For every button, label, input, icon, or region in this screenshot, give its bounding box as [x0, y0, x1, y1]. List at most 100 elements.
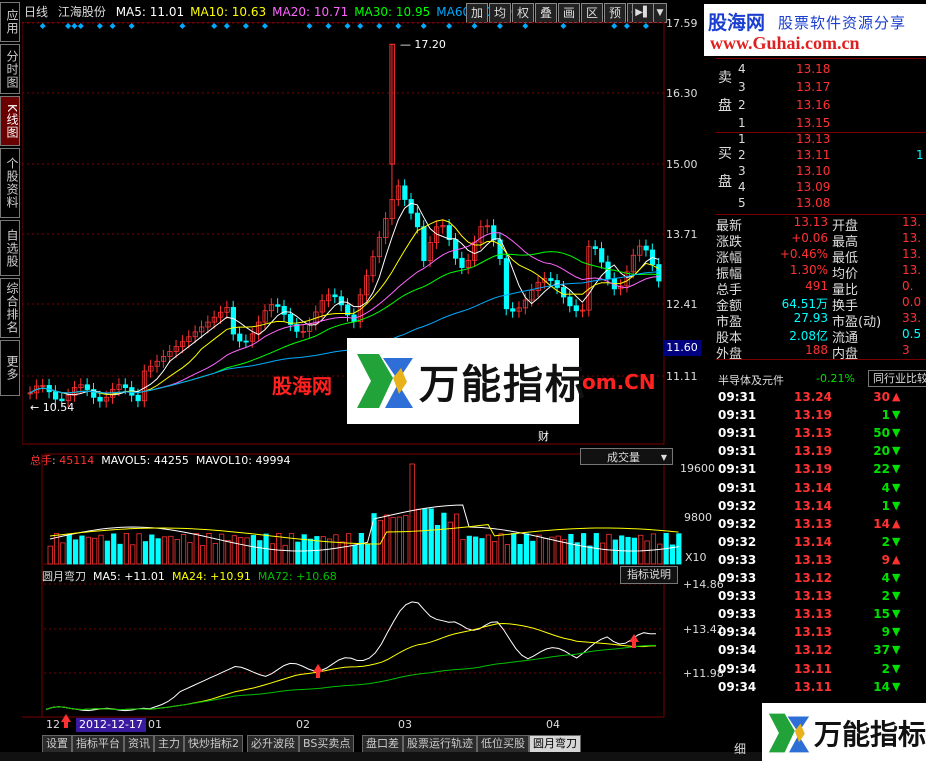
bottom-tab-10[interactable]: 圆月弯刀 [529, 735, 581, 752]
high-price-label: — 17.20 [400, 38, 446, 51]
toolbar-button-5[interactable]: 区 [581, 3, 603, 23]
volume-bar [238, 537, 244, 565]
period-label[interactable]: 日线 [24, 5, 48, 19]
bottom-tab-2[interactable]: 资讯 [124, 735, 154, 752]
candle-body [459, 257, 465, 268]
event-marker-icon[interactable] [471, 23, 478, 29]
event-marker-icon[interactable] [357, 23, 364, 29]
tick-time-2: 09:31 [718, 426, 757, 441]
left-tab-6[interactable]: 更多 [0, 340, 20, 396]
left-tab-1[interactable]: 分时图 [0, 44, 20, 94]
event-marker-icon[interactable] [211, 23, 218, 29]
event-marker-icon[interactable] [223, 23, 230, 29]
volume-bar [428, 508, 434, 565]
tick-arrow-11-down-icon: ▼ [892, 589, 901, 603]
bottom-tab-8[interactable]: 股票运行轨迹 [403, 735, 477, 752]
event-marker-icon[interactable] [446, 23, 453, 29]
low-price-label: ← 10.54 [30, 401, 74, 414]
event-marker-icon[interactable] [179, 23, 186, 29]
buy-level-0: 1 [738, 132, 746, 146]
left-tab-4[interactable]: 自选股 [0, 220, 20, 276]
bottom-tab-9[interactable]: 低位买股 [477, 735, 529, 752]
toolbar-button-3[interactable]: 叠 [535, 3, 557, 23]
sell-level-2: 2 [738, 98, 746, 112]
buy-label: 买盘 [718, 146, 732, 190]
event-marker-icon[interactable] [344, 23, 351, 29]
tick-price-0: 13.24 [794, 390, 832, 404]
tick-time-15: 09:34 [718, 661, 757, 676]
compare-button[interactable]: 同行业比较 [868, 370, 926, 387]
tick-vol-0: 30 [873, 390, 890, 404]
toolbar-dropdown-icon[interactable]: ▼ [653, 3, 667, 23]
event-marker-icon[interactable] [306, 23, 313, 29]
event-marker-icon[interactable] [71, 23, 78, 29]
volume-dropdown[interactable]: 成交量 ▼ [580, 448, 673, 465]
left-tab-5[interactable]: 综合排名 [0, 278, 20, 338]
stat-v2-0: 13. [902, 215, 922, 229]
bottom-tab-0[interactable]: 设置 [42, 735, 72, 752]
bottom-tab-6[interactable]: BS买卖点 [299, 735, 355, 752]
event-marker-icon[interactable] [623, 23, 630, 29]
toolbar-button-1[interactable]: 均 [489, 3, 511, 23]
bottom-tab-4[interactable]: 快炒指标2 [184, 735, 243, 752]
volume-bar [117, 543, 123, 565]
indicator-help-button[interactable]: 指标说明 [620, 566, 678, 584]
left-tab-3[interactable]: 个股资料 [0, 148, 20, 218]
event-marker-icon[interactable] [560, 23, 567, 29]
event-marker-icon[interactable] [109, 23, 116, 29]
event-marker-icon[interactable] [325, 23, 332, 29]
center-watermark: 万能指标 [347, 338, 585, 424]
price-tick-2: 15.00 [666, 158, 698, 171]
event-marker-icon[interactable] [128, 23, 135, 29]
event-marker-icon[interactable] [242, 23, 249, 29]
tick-vol-8: 2 [881, 534, 890, 549]
event-marker-icon[interactable] [420, 23, 427, 29]
volume-bar [123, 532, 129, 565]
toolbar-play-button[interactable]: ▶▌ [632, 3, 654, 23]
volume-label: 总手 [30, 454, 52, 467]
candle-body [332, 294, 338, 298]
stat-v2-4: 0. [902, 279, 914, 293]
event-marker-icon[interactable] [96, 23, 103, 29]
bottom-tab-3[interactable]: 主力 [154, 735, 184, 752]
center-watermark-left: 股海网 [272, 374, 332, 398]
event-marker-icon[interactable] [39, 23, 46, 29]
toolbar-button-4[interactable]: 画 [558, 3, 580, 23]
event-marker-icon[interactable] [395, 23, 402, 29]
event-marker-icon[interactable] [77, 23, 84, 29]
tick-time-7: 09:32 [718, 516, 757, 531]
date-label-0: 12 [46, 718, 60, 731]
volume-bar [352, 544, 358, 565]
toolbar-button-6[interactable]: 预 [604, 3, 626, 23]
stat-v1-3: 1.30% [789, 263, 828, 277]
candle-body [402, 185, 408, 200]
event-marker-icon[interactable] [65, 23, 72, 29]
event-marker-icon[interactable] [376, 23, 383, 29]
tick-price-14: 13.12 [794, 643, 832, 658]
bottom-tab-5[interactable]: 必升波段 [247, 735, 299, 752]
toolbar-button-0[interactable]: 加 [466, 3, 488, 23]
bottom-tab-1[interactable]: 指标平台 [72, 735, 124, 752]
volume-bars [47, 463, 682, 565]
toolbar-button-2[interactable]: 权 [512, 3, 534, 23]
bottom-tab-7[interactable]: 盘口差 [362, 735, 403, 752]
event-marker-icon[interactable] [522, 23, 529, 29]
event-marker-icon[interactable] [496, 23, 503, 29]
candle-body [243, 340, 249, 343]
candle-body [281, 305, 287, 315]
buy-price-3: 13.09 [796, 180, 831, 194]
buy-level-2: 3 [738, 164, 746, 178]
event-marker-icon[interactable] [261, 23, 268, 29]
date-label-4: 04 [546, 718, 560, 731]
event-marker-icon[interactable] [611, 23, 618, 29]
site-logo-text: 股海网 [708, 12, 766, 34]
event-marker-icon[interactable] [642, 23, 649, 29]
tick-arrow-12-down-icon: ▼ [892, 607, 901, 621]
left-tab-2[interactable]: K线图 [0, 96, 20, 146]
volume-bar [517, 544, 523, 565]
stat-v1-0: 13.13 [793, 215, 828, 229]
price-tick-0: 17.59 [666, 17, 698, 30]
left-tab-0[interactable]: 应用 [0, 2, 20, 42]
date-label-2: 02 [296, 718, 310, 731]
stock-terminal: 应用 分时图 K线图 个股资料 自选股 综合排名 更多 日线 江海股份 MA5: 11.01… [0, 0, 926, 761]
